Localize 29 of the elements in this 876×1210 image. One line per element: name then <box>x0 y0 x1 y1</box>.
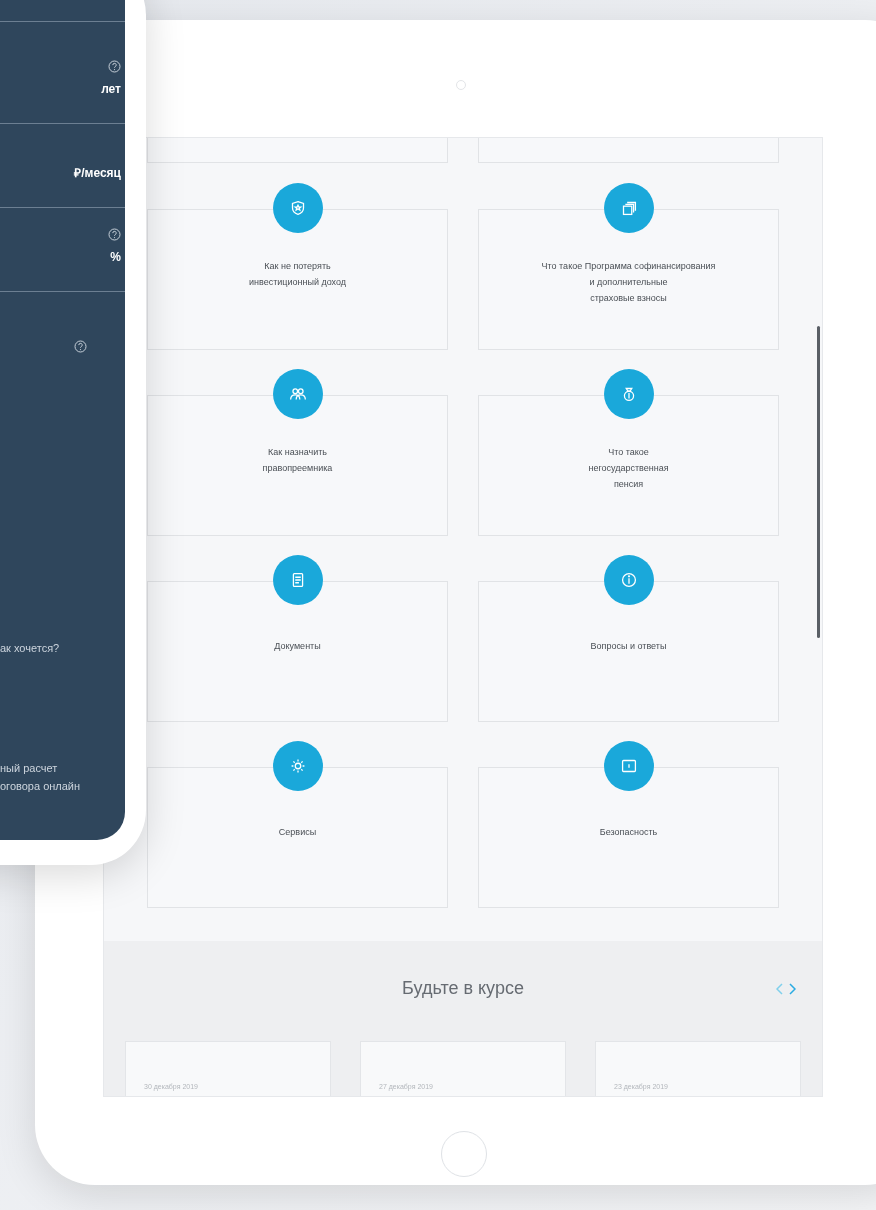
topic-card[interactable] <box>478 138 779 163</box>
topic-card[interactable]: Как не потерять инвестиционный доход <box>147 209 448 350</box>
help-icon[interactable] <box>108 60 121 73</box>
topic-card[interactable]: Сервисы <box>147 767 448 908</box>
caption-text: ный расчет <box>0 760 59 775</box>
topic-title: Документы <box>274 640 321 653</box>
topic-card[interactable]: Безопасность <box>478 767 779 908</box>
help-icon[interactable] <box>74 340 87 353</box>
unit-label: лет <box>101 83 121 95</box>
topic-card[interactable] <box>147 138 448 163</box>
topic-card[interactable]: Документы <box>147 581 448 722</box>
unit-label: % <box>110 251 121 263</box>
topic-title: Сервисы <box>278 826 317 839</box>
topic-card[interactable]: Как назначить правопреемника <box>147 395 448 536</box>
topic-title: Как назначить правопреемника <box>262 446 333 475</box>
topic-title: Вопросы и ответы <box>590 640 667 653</box>
help-icon[interactable] <box>108 228 121 241</box>
unit-label: ₽/месяц <box>74 167 121 179</box>
caption-text: оговора онлайн <box>0 778 82 793</box>
topic-title: Что такое Программа софинансирования и дополнительные страховые взносы <box>541 260 716 305</box>
section-title: Будьте в курсе <box>402 976 524 1000</box>
question-text: ак хочется? <box>0 641 61 656</box>
scrollbar-thumb[interactable] <box>817 326 820 638</box>
topic-card[interactable]: Что такое негосударственная пенсия <box>478 395 779 536</box>
topic-title: Что такое негосударственная пенсия <box>588 446 669 491</box>
topic-title: Безопасность <box>599 826 658 839</box>
topic-card[interactable]: Вопросы и ответы <box>478 581 779 722</box>
topic-title: Как не потерять инвестиционный доход <box>248 260 347 289</box>
topic-card[interactable]: Что такое Программа софинансирования и дополнительные страховые взносы <box>478 209 779 350</box>
